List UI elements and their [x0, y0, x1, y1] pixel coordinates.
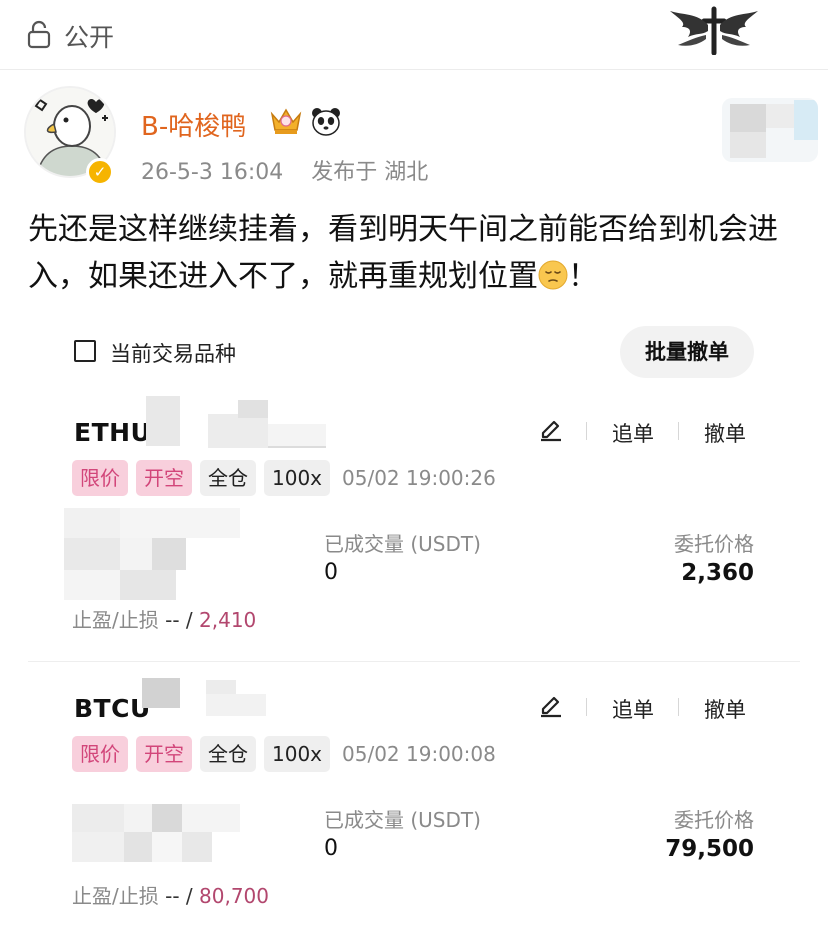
cancel-order-button[interactable]: 撤单 — [704, 694, 746, 724]
blurred-symbol-suffix — [146, 394, 326, 450]
order-tags: 限价 开空 全仓 100x 05/02 19:00:26 — [72, 460, 496, 496]
tag-margin-mode: 全仓 — [200, 736, 256, 772]
tp-sl-label: 止盈/止损 — [72, 608, 159, 632]
take-profit-value: -- — [165, 608, 180, 632]
blurred-amount — [64, 508, 240, 602]
lock-icon[interactable] — [26, 19, 52, 49]
divider-line — [678, 422, 679, 440]
pensive-face-icon — [538, 260, 568, 290]
tp-sl-label: 止盈/止损 — [72, 884, 159, 908]
post-meta: 26-5-3 16:04 发布于 湖北 — [141, 154, 428, 186]
crown-badge-icon[interactable] — [268, 104, 304, 136]
order-divider — [28, 661, 800, 662]
order-price-value: 79,500 — [665, 836, 754, 862]
tag-order-side: 开空 — [136, 460, 192, 496]
divider-line — [586, 422, 587, 440]
panda-icon — [312, 108, 340, 136]
post-location: 发布于 湖北 — [311, 160, 429, 185]
post-time: 26-5-3 16:04 — [141, 160, 284, 185]
chase-order-button[interactable]: 追单 — [612, 694, 654, 724]
order-symbol[interactable]: BTCU — [74, 694, 151, 723]
filled-volume-value: 0 — [324, 560, 338, 585]
order-price-label: 委托价格 — [674, 808, 754, 832]
edit-icon[interactable] — [538, 416, 564, 442]
divider-line — [586, 698, 587, 716]
chase-order-button[interactable]: 追单 — [612, 418, 654, 448]
follow-button[interactable] — [722, 98, 818, 162]
tag-margin-mode: 全仓 — [200, 460, 256, 496]
verified-badge-icon: ✓ — [86, 158, 114, 186]
divider-line — [678, 698, 679, 716]
order-time: 05/02 19:00:08 — [342, 742, 496, 766]
author-name[interactable]: B-哈梭鸭 — [141, 106, 246, 143]
filled-volume-label: 已成交量 (USDT) — [324, 808, 481, 832]
post-body: 先还是这样继续挂着，看到明天午间之前能否给到机会进入，如果还进入不了，就再重规划… — [28, 212, 778, 294]
cancel-order-button[interactable]: 撤单 — [704, 418, 746, 448]
tag-order-side: 开空 — [136, 736, 192, 772]
visibility-label[interactable]: 公开 — [64, 18, 114, 54]
tp-sl-separator: / — [185, 608, 193, 632]
orders-card: 当前交易品种 批量撤单 ETHU 追单 撤单 限价 开空 全仓 100x 05/… — [28, 318, 800, 945]
tp-sl-separator: / — [185, 884, 193, 908]
tp-sl-row[interactable]: 止盈/止损 -- / 80,700 — [72, 880, 269, 909]
tag-order-type: 限价 — [72, 736, 128, 772]
filter-label[interactable]: 当前交易品种 — [110, 338, 236, 368]
top-bar: 公开 — [0, 0, 828, 70]
current-symbol-checkbox[interactable] — [74, 340, 96, 362]
order-symbol[interactable]: ETHU — [74, 418, 151, 447]
tag-leverage: 100x — [264, 736, 331, 772]
batch-cancel-button[interactable]: 批量撤单 — [620, 326, 754, 378]
tag-leverage: 100x — [264, 460, 331, 496]
take-profit-value: -- — [165, 884, 180, 908]
winged-cross-emblem — [670, 6, 758, 55]
tag-order-type: 限价 — [72, 460, 128, 496]
post-text: 先还是这样继续挂着，看到明天午间之前能否给到机会进入，如果还进入不了，就再重规划… — [28, 206, 808, 300]
tp-sl-row[interactable]: 止盈/止损 -- / 2,410 — [72, 604, 256, 633]
order-price-value: 2,360 — [681, 560, 754, 586]
order-tags: 限价 开空 全仓 100x 05/02 19:00:08 — [72, 736, 496, 772]
edit-icon[interactable] — [538, 692, 564, 718]
order-time: 05/02 19:00:26 — [342, 466, 496, 490]
blurred-symbol-suffix — [142, 678, 272, 722]
blurred-follow-button — [722, 98, 818, 162]
filled-volume-value: 0 — [324, 836, 338, 861]
order-price-label: 委托价格 — [674, 532, 754, 556]
filled-volume-label: 已成交量 (USDT) — [324, 532, 481, 556]
stop-loss-value: 80,700 — [199, 884, 269, 908]
blurred-amount — [72, 804, 240, 864]
order-item: BTCU 追单 撤单 限价 开空 全仓 100x 05/02 19:00:08 — [28, 670, 800, 938]
order-item: ETHU 追单 撤单 限价 开空 全仓 100x 05/02 19:00:26 — [28, 394, 800, 662]
post-body-end: ！ — [568, 259, 598, 294]
stop-loss-value: 2,410 — [199, 608, 257, 632]
